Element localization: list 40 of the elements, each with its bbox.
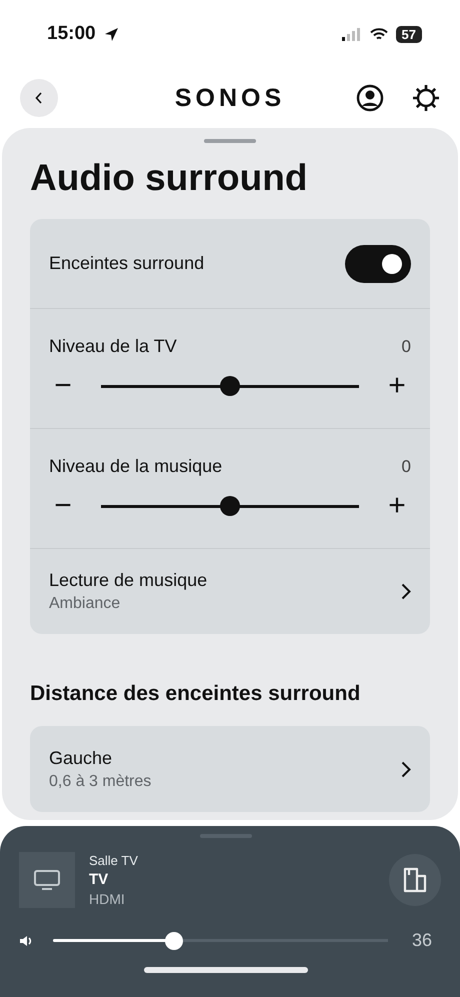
room-name: Salle TV [89,853,138,868]
decrease-button[interactable]: − [49,371,77,401]
decrease-button[interactable]: − [49,491,77,521]
chevron-icon [401,583,411,600]
tv-icon [34,870,60,890]
settings-button[interactable] [412,84,440,112]
speaker-icon [19,934,33,946]
source-name: TV [89,871,110,888]
app-logo: SONOS [174,84,286,112]
wifi-icon [370,28,388,40]
chevron-icon [401,760,411,778]
setting-label: Lecture de musique [49,570,208,591]
slider-thumb[interactable] [164,932,183,950]
page-title: Audio surround [30,157,308,199]
increase-button[interactable]: + [383,491,411,521]
setting-label: Niveau de la musique [49,456,222,477]
back-icon [35,92,43,104]
battery-level: 57 [396,26,422,42]
signal-icon [342,28,362,40]
setting-label: Gauche [49,748,114,768]
drag-handle[interactable] [204,139,256,143]
toggle-switch[interactable] [345,244,411,282]
increase-button[interactable]: + [383,371,411,401]
level-reading: 0 [402,456,411,476]
location-arrow-icon [104,26,119,42]
setting-label: Niveau de la TV [49,336,177,357]
setting-label: Enceintes surround [49,253,204,274]
volume-reading: 36 [412,930,432,951]
slider-thumb[interactable] [220,496,240,516]
input-name: HDMI [89,891,126,907]
status-time: 15:00 [47,23,96,45]
section-heading: Distance des enceintes surround [30,682,362,706]
setting-value: 0,6 à 3 mètres [49,772,152,790]
account-button[interactable] [356,84,384,112]
setting-value: Ambiance [49,595,122,613]
setting-link-row[interactable]: Lecture de musique Ambiance [30,548,430,634]
speakers-icon [403,867,427,893]
distance-card[interactable]: Gauche 0,6 à 3 mètres [30,726,430,812]
slider-thumb[interactable] [220,376,240,396]
level-reading: 0 [402,336,411,356]
